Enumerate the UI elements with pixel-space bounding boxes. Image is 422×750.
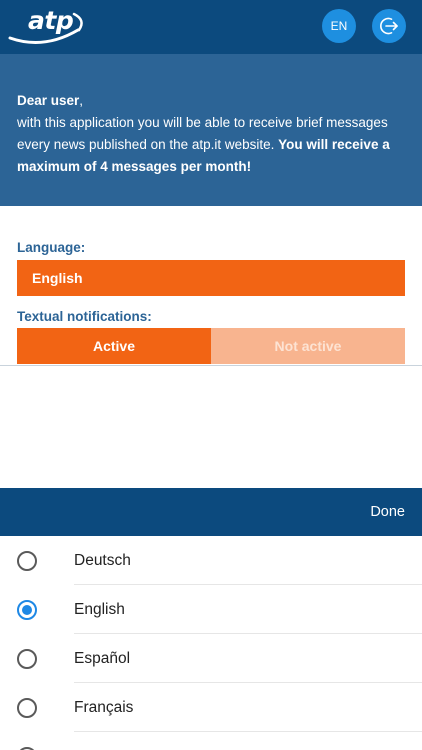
done-button[interactable]: Done: [370, 488, 405, 536]
notifications-active-toggle[interactable]: Active: [17, 328, 211, 364]
language-option-label: Deutsch: [74, 552, 131, 569]
language-option-label: Español: [74, 650, 131, 667]
logout-button[interactable]: [372, 9, 406, 43]
logout-icon: [380, 17, 398, 35]
form-divider: [0, 365, 422, 366]
language-picker-list: Deutsch English Español Français: [0, 536, 422, 750]
intro-greeting: Dear user: [17, 93, 80, 108]
language-option-francais[interactable]: Français: [0, 683, 422, 732]
language-option-partial[interactable]: [0, 732, 422, 750]
language-button[interactable]: EN: [322, 9, 356, 43]
notifications-label: Textual notifications:: [17, 309, 152, 324]
radio-button[interactable]: [17, 649, 37, 669]
language-label: Language:: [17, 240, 86, 255]
settings-form: Language: English Textual notifications:…: [0, 206, 422, 366]
app-header: atp EN: [0, 0, 422, 54]
language-option-deutsch[interactable]: Deutsch: [0, 536, 422, 585]
radio-button[interactable]: [17, 698, 37, 718]
language-select[interactable]: English: [17, 260, 405, 296]
atp-logo: atp: [8, 4, 88, 48]
radio-button-selected[interactable]: [17, 600, 37, 620]
language-option-label: Français: [74, 699, 134, 716]
intro-message: Dear user, with this application you wil…: [0, 54, 422, 206]
picker-toolbar: Done: [0, 488, 422, 536]
language-button-label: EN: [330, 19, 348, 33]
radio-button[interactable]: [17, 551, 37, 571]
logo-text: atp: [28, 6, 74, 35]
language-option-espanol[interactable]: Español: [0, 634, 422, 683]
notifications-not-active-toggle[interactable]: Not active: [211, 328, 405, 364]
language-option-english[interactable]: English: [0, 585, 422, 634]
language-option-label: English: [74, 601, 125, 618]
